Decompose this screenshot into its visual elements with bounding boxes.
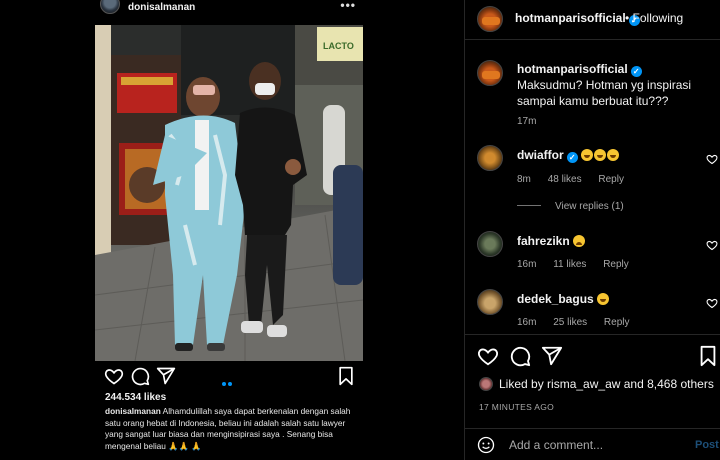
reply-button[interactable]: Reply <box>603 259 629 270</box>
comment-username[interactable]: hotmanparisofficial <box>517 62 628 76</box>
view-replies-button[interactable]: View replies (1) <box>517 201 624 212</box>
post-timestamp[interactable]: 17 MINUTES AGO <box>479 402 554 412</box>
liked-by-prefix: Liked by <box>499 377 544 391</box>
embedded-post-caption: donisalmanan Alhamdulillah saya dapat be… <box>105 406 355 452</box>
header-username[interactable]: hotmanparisofficial <box>515 11 626 25</box>
bookmark-icon[interactable] <box>697 345 719 367</box>
comment-text-block: dwiaffor ✓ <box>517 147 703 163</box>
post-header-username: hotmanparisofficial ✓ <box>515 11 640 26</box>
share-icon[interactable] <box>541 345 563 367</box>
comment-likes[interactable]: 48 likes <box>548 174 582 185</box>
avatar[interactable] <box>477 231 503 257</box>
verified-badge-icon: ✓ <box>566 152 578 163</box>
liked-by-user[interactable]: risma_aw_aw <box>547 377 620 391</box>
post-comment-button[interactable]: Post <box>695 439 719 451</box>
like-comment-icon[interactable] <box>706 239 718 251</box>
comment-text-block: fahrezikn <box>517 233 703 249</box>
sad-emoji-icon <box>573 235 586 247</box>
grin-emoji-icon <box>597 293 610 305</box>
comment-text-block: dedek_bagus <box>517 291 703 307</box>
caption-username[interactable]: donisalmanan <box>105 406 161 416</box>
store-sign-text: LACTO <box>323 41 354 51</box>
share-icon[interactable] <box>156 366 176 386</box>
comment-username[interactable]: fahrezikn <box>517 234 570 248</box>
like-comment-icon[interactable] <box>706 297 718 309</box>
comment-text-block: hotmanparisofficial ✓ Maksudmu? Hotman yg… <box>517 61 703 109</box>
avatar[interactable] <box>100 0 120 14</box>
embedded-post: donisalmanan ••• LACTO 244.534 likes don… <box>0 0 464 460</box>
post-photo-illustration: LACTO <box>95 25 363 361</box>
comment-time[interactable]: 17m <box>517 116 536 127</box>
like-comment-icon[interactable] <box>706 153 718 165</box>
emoji-picker-icon[interactable] <box>477 436 495 454</box>
more-options-icon[interactable]: ••• <box>340 0 356 12</box>
avatar[interactable] <box>477 6 503 32</box>
heart-icon[interactable] <box>104 366 124 386</box>
post-actions <box>465 334 720 374</box>
embedded-post-actions <box>100 366 358 388</box>
grin-emoji-icon <box>594 149 607 161</box>
embedded-post-likes[interactable]: 244.534 likes <box>105 392 166 403</box>
add-comment-bar: Post <box>465 428 720 460</box>
comment-username[interactable]: dwiaffor <box>517 148 564 162</box>
comment-meta: 8m 48 likes Reply <box>517 174 638 185</box>
heart-icon[interactable] <box>477 345 499 367</box>
comment-likes[interactable]: 25 likes <box>553 317 587 328</box>
avatar[interactable] <box>477 60 503 86</box>
grin-emoji-icon <box>607 149 620 161</box>
avatar[interactable] <box>479 377 493 391</box>
comment-text: Maksudmu? Hotman yg inspirasi sampai kam… <box>517 78 692 108</box>
comment-time[interactable]: 16m <box>517 259 536 270</box>
grin-emoji-icon <box>581 149 594 161</box>
embedded-post-header: donisalmanan ••• <box>96 0 366 18</box>
following-button[interactable]: • Following <box>625 11 683 25</box>
comment-meta: 16m 11 likes Reply <box>517 259 643 270</box>
reply-button[interactable]: Reply <box>598 174 624 185</box>
avatar[interactable] <box>477 289 503 315</box>
comment-meta: 17m <box>517 116 550 127</box>
comment-icon[interactable] <box>509 345 531 367</box>
liked-by-suffix[interactable]: and 8,468 others <box>624 377 714 391</box>
comments-panel: hotmanparisofficial ✓ • Following hotmanp… <box>464 0 720 460</box>
embedded-post-username[interactable]: donisalmanan <box>128 2 195 13</box>
comment-meta: 16m 25 likes Reply <box>517 317 644 328</box>
carousel-dots <box>222 373 234 391</box>
post-header: hotmanparisofficial ✓ • Following <box>465 0 720 40</box>
bookmark-icon[interactable] <box>336 366 356 386</box>
comment-username[interactable]: dedek_bagus <box>517 292 594 306</box>
comment-time[interactable]: 8m <box>517 174 531 185</box>
avatar[interactable] <box>477 145 503 171</box>
comment-icon[interactable] <box>130 366 150 386</box>
verified-badge-icon: ✓ <box>630 66 642 77</box>
comment-time[interactable]: 16m <box>517 317 536 328</box>
add-comment-input[interactable] <box>509 438 685 452</box>
reply-button[interactable]: Reply <box>604 317 630 328</box>
comment-likes[interactable]: 11 likes <box>553 259 586 270</box>
post-photo[interactable]: LACTO <box>95 25 363 361</box>
liked-by: Liked by risma_aw_aw and 8,468 others <box>479 377 714 391</box>
